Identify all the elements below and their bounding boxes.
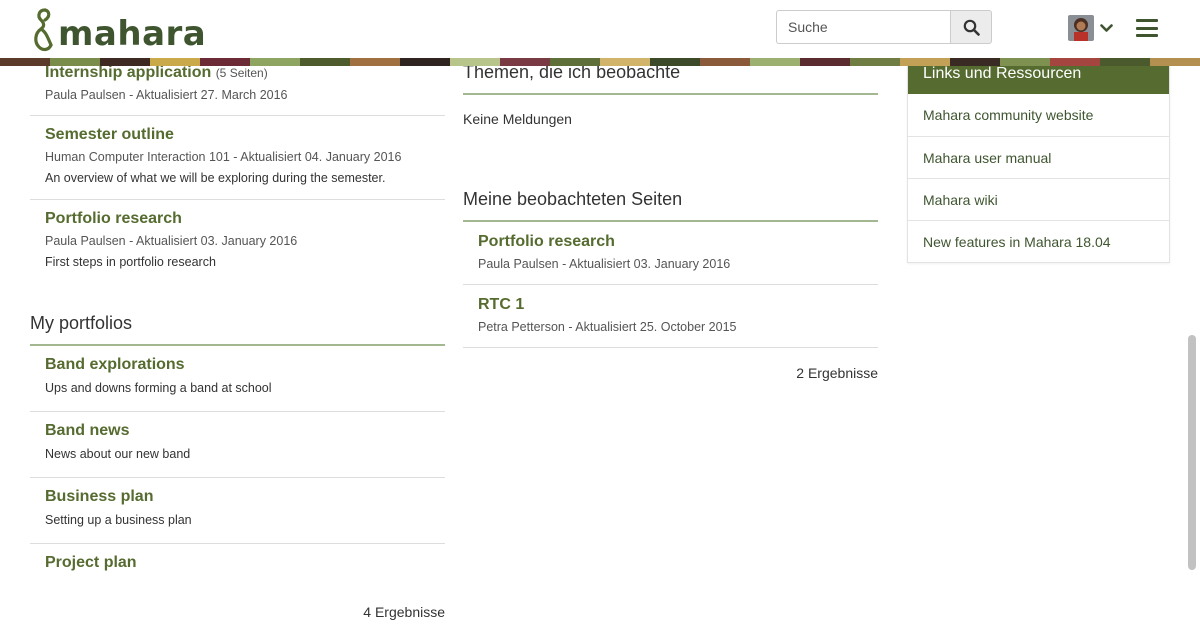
- list-item: Portfolio research Paula Paulsen - Aktua…: [30, 200, 445, 284]
- resource-link[interactable]: New features in Mahara 18.04: [908, 220, 1169, 262]
- my-portfolios-heading: My portfolios: [30, 313, 445, 346]
- page-title-link[interactable]: Portfolio research: [45, 210, 430, 228]
- scrollbar[interactable]: [1188, 335, 1196, 570]
- results-count: 4 Ergebnisse: [363, 604, 445, 620]
- avatar: [1068, 15, 1094, 41]
- hamburger-icon-bar: [1136, 34, 1158, 37]
- hamburger-icon: [1136, 19, 1158, 22]
- item-description: Setting up a business plan: [45, 513, 192, 527]
- list-item: Portfolio research Paula Paulsen - Aktua…: [463, 222, 878, 285]
- left-column: Internship application (5 Seiten) Paula …: [30, 58, 445, 620]
- resource-link[interactable]: Mahara community website: [908, 94, 1169, 136]
- search-icon: [963, 19, 980, 36]
- logo-text: mahara: [58, 14, 207, 54]
- item-meta: Paula Paulsen - Aktualisiert 03. January…: [478, 257, 731, 271]
- watched-pages-heading: Meine beobachteten Seiten: [463, 189, 878, 222]
- middle-column: Themen, die ich beobachte Keine Meldunge…: [463, 58, 878, 381]
- search-button[interactable]: [950, 10, 992, 44]
- portfolio-title-link[interactable]: Band explorations: [45, 356, 430, 374]
- list-item: Project plan: [30, 544, 445, 592]
- page-count: (5 Seiten): [215, 66, 268, 80]
- hamburger-icon-bar: [1136, 26, 1158, 30]
- item-meta: Human Computer Interaction 101 - Aktuali…: [45, 150, 402, 164]
- item-meta: Petra Petterson - Aktualisiert 25. Octob…: [478, 320, 737, 334]
- user-menu-toggle[interactable]: [1068, 15, 1113, 41]
- resource-link[interactable]: Mahara wiki: [908, 178, 1169, 220]
- resource-link[interactable]: Mahara user manual: [908, 136, 1169, 178]
- search-input[interactable]: [776, 10, 950, 44]
- watched-page-link[interactable]: RTC 1: [478, 296, 863, 314]
- site-header: mahara: [0, 0, 1200, 58]
- page-title-link[interactable]: Internship application: [45, 64, 211, 81]
- portfolio-title-link[interactable]: Business plan: [45, 488, 430, 506]
- mahara-logo[interactable]: mahara: [30, 6, 206, 54]
- item-description: First steps in portfolio research: [45, 255, 216, 269]
- item-description: Ups and downs forming a band at school: [45, 381, 272, 395]
- no-notifications-text: Keine Meldungen: [463, 111, 572, 127]
- list-item: Business plan Setting up a business plan: [30, 478, 445, 544]
- links-and-resources-panel: Links und Ressourcen Mahara community we…: [907, 58, 1170, 263]
- right-column: Links und Ressourcen Mahara community we…: [907, 58, 1170, 263]
- item-meta: Paula Paulsen - Aktualisiert 27. March 2…: [45, 88, 288, 102]
- search-form: [776, 10, 992, 44]
- item-meta: Paula Paulsen - Aktualisiert 03. January…: [45, 234, 298, 248]
- watched-page-link[interactable]: Portfolio research: [478, 233, 863, 251]
- chevron-down-icon: [1100, 23, 1113, 32]
- list-item: Band news News about our new band: [30, 412, 445, 478]
- item-description: News about our new band: [45, 447, 191, 461]
- header-pattern-strip: [0, 58, 1200, 66]
- portfolio-title-link[interactable]: Band news: [45, 422, 430, 440]
- page-title-link[interactable]: Semester outline: [45, 126, 430, 144]
- list-item: RTC 1 Petra Petterson - Aktualisiert 25.…: [463, 285, 878, 348]
- mahara-logo-icon: [34, 8, 53, 52]
- item-description: An overview of what we will be exploring…: [45, 171, 386, 185]
- portfolio-title-link[interactable]: Project plan: [45, 554, 430, 572]
- list-item: Band explorations Ups and downs forming …: [30, 346, 445, 412]
- list-item: Internship application (5 Seiten) Paula …: [30, 58, 445, 116]
- list-item: Semester outline Human Computer Interact…: [30, 116, 445, 200]
- results-count: 2 Ergebnisse: [796, 365, 878, 381]
- main-menu-button[interactable]: [1136, 19, 1158, 37]
- watched-topics-heading: Themen, die ich beobachte: [463, 62, 878, 95]
